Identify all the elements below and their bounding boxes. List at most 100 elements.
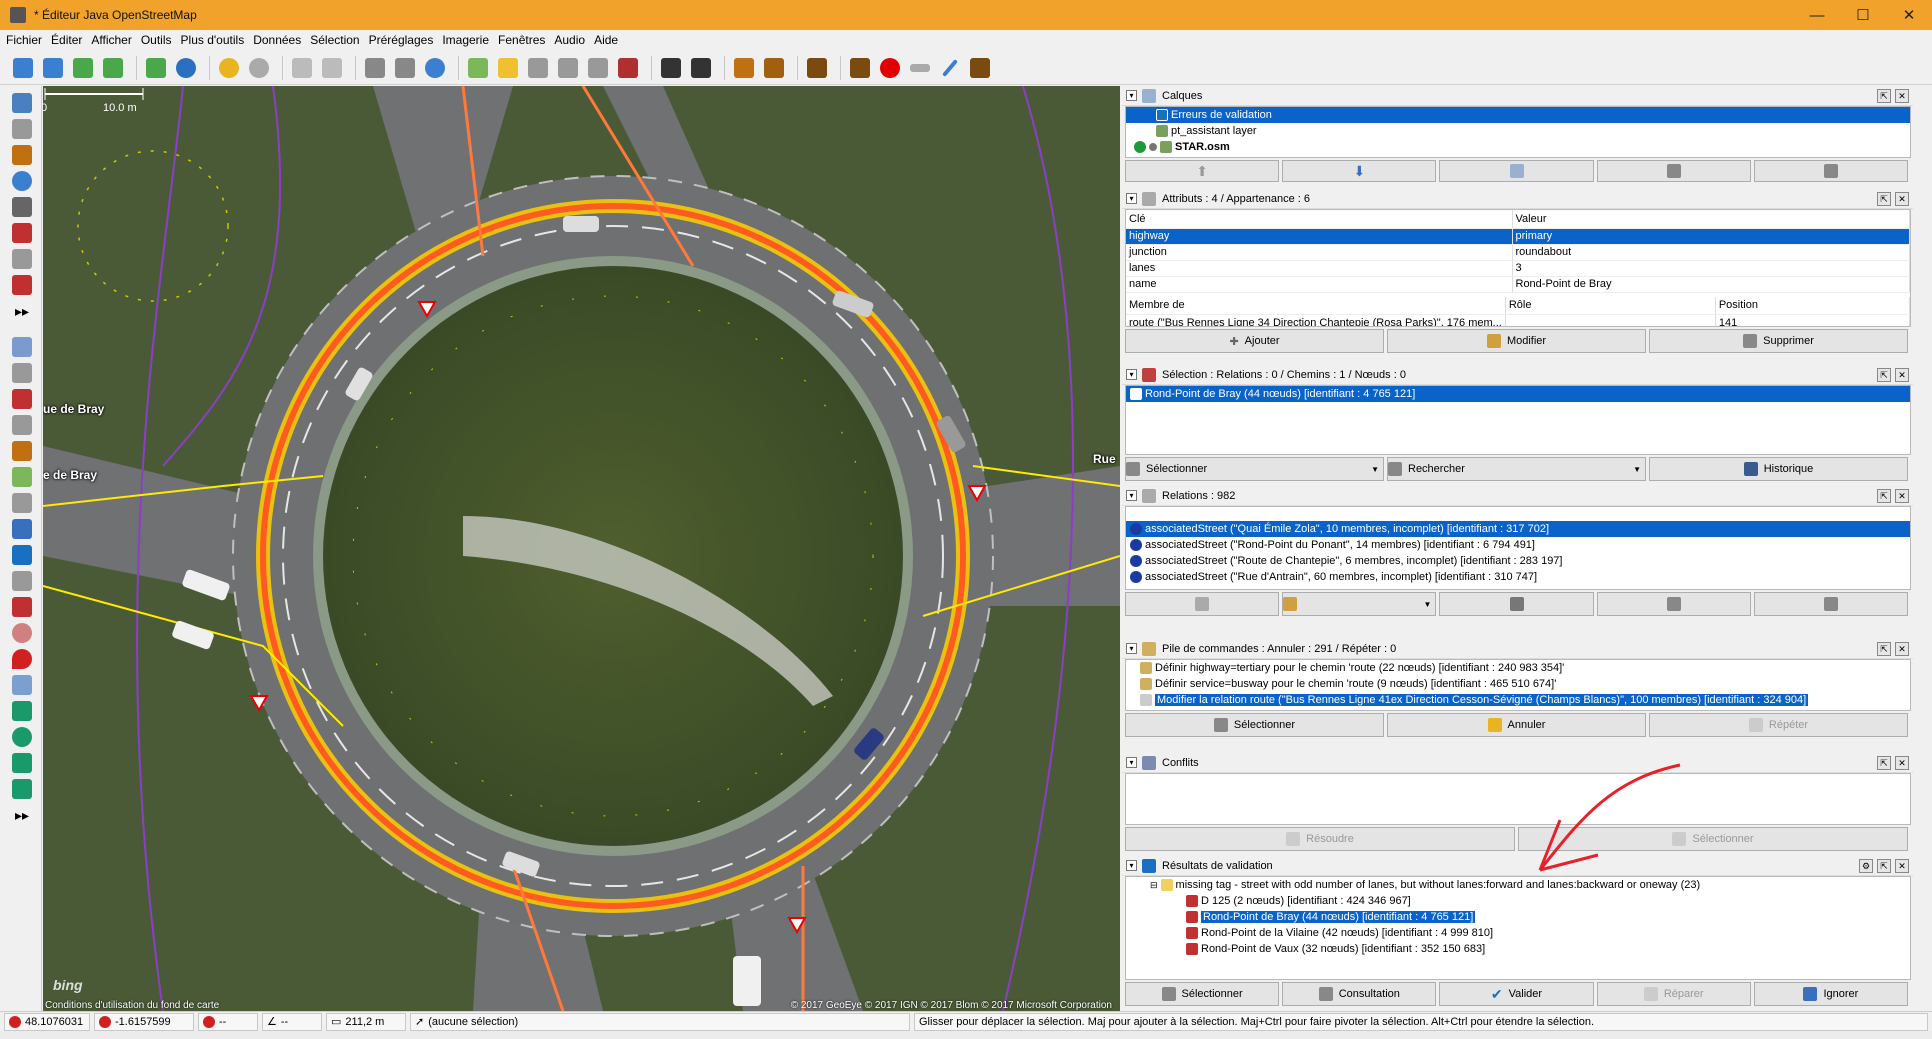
imagery-terms-link[interactable]: Conditions d'utilisation du fond de cart… [45,1000,219,1011]
opacity-button[interactable] [1596,160,1751,182]
gift-toggle[interactable] [9,594,35,620]
castle-button[interactable] [804,55,830,81]
search-button[interactable] [289,55,315,81]
tree-expand-icon[interactable]: ⊟ [1150,880,1158,890]
edit-relation-button[interactable]: ▼ [1282,592,1437,616]
validator-toggle[interactable] [9,542,35,568]
ignore-button[interactable]: Ignorer [1753,982,1909,1006]
settings-button[interactable]: ⚙ [1859,858,1873,873]
validate-button[interactable]: ✔ Valider [1439,982,1594,1006]
relation-item[interactable]: associatedStreet ("Rue d'Antrain", 60 me… [1126,569,1910,585]
command-item[interactable]: Modifier la relation route ("Bus Rennes … [1126,692,1910,708]
validation-item[interactable]: D 125 (2 nœuds) [identifiant : 424 346 9… [1126,893,1910,909]
membership-row[interactable]: route ("Bus Rennes Ligne 34 Direction Ch… [1126,314,1910,326]
move-down-button[interactable]: ⬇ [1282,160,1437,182]
restaurant-button[interactable] [761,55,787,81]
selection-item[interactable]: Rond-Point de Bray (44 nœuds) [identifia… [1126,386,1910,402]
dropdown-arrow-icon[interactable]: ▼ [1371,465,1379,474]
layers-toggle[interactable] [9,334,35,360]
building-button[interactable] [555,55,581,81]
edit-tag-button[interactable]: Modifier [1387,329,1646,353]
select-validation-button[interactable]: Sélectionner [1125,982,1280,1006]
relation-toggle[interactable] [9,412,35,438]
draw-toggle[interactable] [9,438,35,464]
panel-button[interactable] [525,55,551,81]
map-view[interactable]: 10.0 m 0 ue de Bray e de Bray Rue bing C… [43,86,1120,1011]
close-panel-button[interactable]: ✕ [1895,488,1909,503]
menu-editer[interactable]: Éditer [51,33,82,47]
close-panel-button[interactable]: ✕ [1895,641,1909,656]
close-panel-button[interactable]: ✕ [1895,367,1909,382]
split-way-button[interactable] [362,55,388,81]
fix-button[interactable]: Réparer [1596,982,1751,1006]
add-tag-button[interactable]: ✚ Ajouter [1125,329,1384,353]
relations-filter[interactable] [1126,507,1910,521]
delete-tool[interactable] [9,194,35,220]
cube-toggle[interactable] [9,672,35,698]
relation-item[interactable]: associatedStreet ("Route de Chantepie", … [1126,553,1910,569]
activate-button[interactable] [1439,160,1594,182]
select-tool[interactable] [9,90,35,116]
undo-button[interactable] [216,55,242,81]
notes-toggle[interactable] [9,490,35,516]
open-button[interactable] [40,55,66,81]
dropdown-arrow-icon[interactable]: ▼ [1423,600,1431,609]
relation-item[interactable]: associatedStreet ("Quai Émile Zola", 10 … [1126,521,1910,537]
preferences-button[interactable] [319,55,345,81]
menu-preréglages[interactable]: Préréglages [369,33,434,47]
column-button[interactable] [585,55,611,81]
picture-toggle[interactable] [9,698,35,724]
line-button[interactable] [937,55,963,81]
select-conflict-button[interactable]: Sélectionner [1518,827,1908,851]
command-item[interactable]: Définir highway=tertiary pour le chemin … [1126,660,1910,676]
more-tools-button[interactable]: ▸▸ [9,298,35,324]
warning-button[interactable] [731,55,757,81]
detach-button[interactable]: ⇱ [1877,191,1891,206]
mail-toggle[interactable] [9,516,35,542]
more-panels-button[interactable]: ▸▸ [9,802,35,828]
upload-toggle[interactable] [9,750,35,776]
redo-command-button[interactable]: Répéter [1649,713,1908,737]
bus-button[interactable] [688,55,714,81]
validation-group[interactable]: ⊟ missing tag - street with odd number of… [1126,877,1910,893]
redo-button[interactable] [246,55,272,81]
save-button[interactable] [173,55,199,81]
filter-toggle[interactable] [9,568,35,594]
lookup-button[interactable]: Consultation [1282,982,1437,1006]
collapse-icon[interactable]: ▾ [1126,860,1137,871]
zoom-tool[interactable] [9,168,35,194]
layer-item[interactable]: STAR.osm [1126,139,1910,155]
tags-toggle[interactable] [9,360,35,386]
industrial-button[interactable] [847,55,873,81]
collapse-icon[interactable]: ▾ [1126,369,1137,380]
collapse-icon[interactable]: ▾ [1126,490,1137,501]
imagery-button[interactable] [465,55,491,81]
relation-item[interactable]: associatedStreet ("Rond-Point du Ponant"… [1126,537,1910,553]
command-item[interactable]: Définir service=busway pour le chemin 'r… [1126,676,1910,692]
detach-button[interactable]: ⇱ [1877,755,1891,770]
minimize-button[interactable]: — [1794,0,1840,30]
layer-item[interactable]: pt_assistant layer [1126,123,1910,139]
delete-tag-button[interactable]: Supprimer [1649,329,1908,353]
palette-toggle[interactable] [9,620,35,646]
download-button[interactable] [70,55,96,81]
menu-afficher[interactable]: Afficher [91,33,131,47]
tag-button[interactable] [495,55,521,81]
draw-tool[interactable] [9,142,35,168]
menu-donnees[interactable]: Données [253,33,301,47]
menu-audio[interactable]: Audio [554,33,585,47]
detach-button[interactable]: ⇱ [1877,88,1891,103]
delete-relation-button[interactable] [1596,592,1751,616]
duplicate-relation-button[interactable] [1439,592,1594,616]
image-toggle[interactable] [9,464,35,490]
marker-toggle[interactable] [9,646,35,672]
move-up-button[interactable]: ⬆ [1125,160,1280,182]
detach-button[interactable]: ⇱ [1877,641,1891,656]
menu-imagerie[interactable]: Imagerie [442,33,489,47]
new-layer-button[interactable] [10,55,36,81]
car-button[interactable] [658,55,684,81]
maximize-button[interactable]: ☐ [1840,0,1886,30]
undo-command-button[interactable]: Annuler [1387,713,1646,737]
upload-button[interactable] [100,55,126,81]
combine-way-button[interactable] [392,55,418,81]
